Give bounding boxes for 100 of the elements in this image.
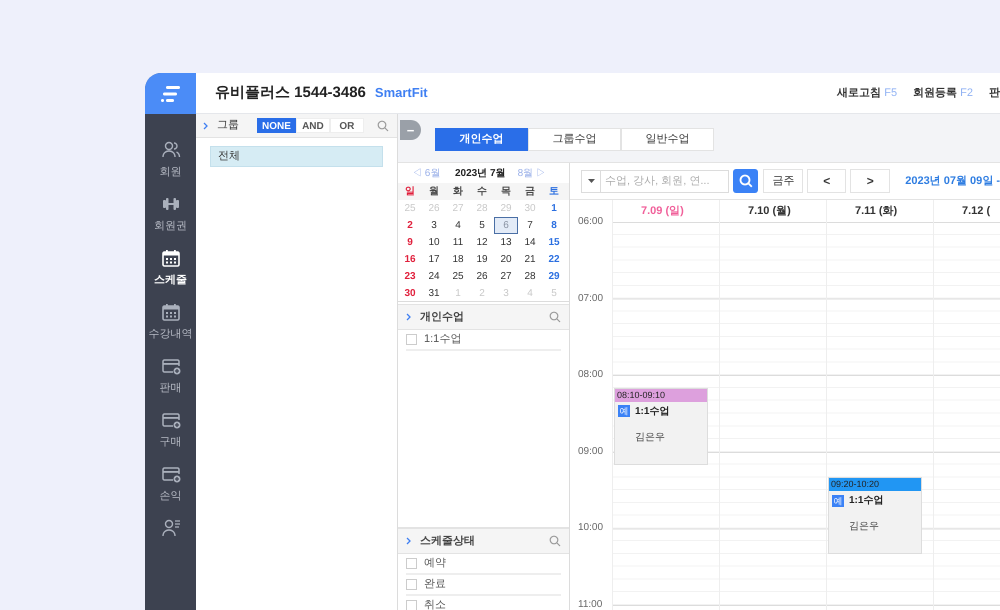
time-label: 08:00 <box>578 369 604 382</box>
calendar-day[interactable]: 14 <box>518 234 542 251</box>
logo-icon <box>160 84 182 102</box>
calendar-day[interactable]: 5 <box>470 217 494 234</box>
nav-item[interactable]: 스케줄 <box>145 248 196 287</box>
tab[interactable]: 개인수업 <box>435 128 528 151</box>
this-week-button[interactable]: 금주 <box>763 169 804 193</box>
calendar-day[interactable]: 28 <box>518 268 542 285</box>
header-action-button[interactable]: 새로고침 F5 <box>837 84 898 102</box>
calendar-day[interactable]: 27 <box>494 268 518 285</box>
calendar-day[interactable]: 16 <box>398 251 422 268</box>
search-icon[interactable] <box>549 535 561 547</box>
calendar-day[interactable]: 1 <box>542 200 566 217</box>
checkbox-label: 완료 <box>424 577 446 592</box>
weekday-label: 화 <box>452 185 464 199</box>
time-label: 06:00 <box>578 216 604 228</box>
header-action-button[interactable]: 판 <box>989 84 1000 102</box>
header-action-button[interactable]: 회원등록 F2 <box>913 84 973 102</box>
calendar-day[interactable]: 26 <box>470 268 494 285</box>
calendar-day[interactable]: 11 <box>446 234 470 251</box>
chevron-icon[interactable] <box>406 313 411 321</box>
event-time: 09:20-10:20 <box>829 478 921 492</box>
tab[interactable]: 일반수업 <box>621 128 714 151</box>
event-title: 1:1수업 <box>849 494 884 508</box>
calendar-day[interactable]: 24 <box>422 268 446 285</box>
dropdown-button[interactable] <box>581 170 601 192</box>
filter-title: 개인수업 <box>420 310 464 325</box>
nav-item[interactable]: 수강내역 <box>145 302 196 341</box>
calendar-day[interactable]: 17 <box>422 251 446 268</box>
calendar-day[interactable]: 8 <box>542 217 566 234</box>
chevron-icon[interactable] <box>203 122 208 130</box>
tab[interactable]: 그룹수업 <box>528 128 621 151</box>
calendar-day[interactable]: 18 <box>446 251 470 268</box>
next-week-button[interactable]: > <box>850 169 890 193</box>
mode-toggle[interactable]: AND <box>296 118 330 133</box>
caret-icon <box>588 179 594 183</box>
calendar-day[interactable]: 22 <box>542 251 566 268</box>
member-name: 김은우 <box>635 430 666 445</box>
calendar-day[interactable]: 30 <box>398 285 422 302</box>
app-logo[interactable] <box>145 73 196 114</box>
day-header: 7.11 (화) <box>855 204 898 219</box>
status-badge: 예 <box>832 494 844 507</box>
search-field[interactable]: 수업, 강사, 회원, 연... <box>601 170 729 192</box>
checkbox-label: 취소 <box>424 598 446 610</box>
status-badge: 예 <box>618 405 630 418</box>
group-title: 그룹 <box>217 118 239 134</box>
brand-name: SmartFit <box>374 84 428 102</box>
event-card[interactable]: 08:10-09:10 예 1:1수업 김은우 <box>614 388 708 465</box>
previous-week-button[interactable]: < <box>807 169 846 193</box>
weekday-label: 일 <box>404 185 416 199</box>
nav-item[interactable]: 회원권 <box>145 194 196 233</box>
search-icon <box>738 174 753 188</box>
weekday-label: 토 <box>548 185 560 199</box>
checkbox[interactable] <box>406 600 417 610</box>
calendar-day[interactable]: 4 <box>446 217 470 234</box>
calendar-day[interactable]: 10 <box>422 234 446 251</box>
event-title: 1:1수업 <box>635 404 670 419</box>
event-card[interactable]: 09:20-10:20 예 1:1수업 김은우 <box>828 477 922 554</box>
calendar-day[interactable]: 3 <box>422 217 446 234</box>
shortcut-key: F5 <box>884 86 898 99</box>
checkbox[interactable] <box>406 334 417 345</box>
checkbox[interactable] <box>406 558 417 569</box>
calendar-day[interactable]: 9 <box>398 234 422 251</box>
mode-toggle[interactable]: OR <box>330 118 364 133</box>
calendar-day[interactable]: 13 <box>494 234 518 251</box>
calendar-day[interactable]: 15 <box>542 234 566 251</box>
search-icon[interactable] <box>377 120 389 132</box>
calendar-day[interactable]: 29 <box>542 268 566 285</box>
event-time: 08:10-09:10 <box>615 388 707 402</box>
checkbox-label: 예약 <box>424 556 446 572</box>
nav-item[interactable]: 구매 <box>145 410 196 449</box>
calendar-day[interactable]: 2 <box>398 217 422 234</box>
calendar-day[interactable]: 7 <box>518 217 542 234</box>
time-label: 07:00 <box>578 292 604 305</box>
search-button[interactable] <box>733 169 758 193</box>
calendar-day[interactable]: 23 <box>398 268 422 285</box>
app-title: 유비플러스 1544-3486 <box>215 82 366 103</box>
nav-item[interactable]: 손익 <box>145 464 196 503</box>
calendar-day[interactable]: 12 <box>470 234 494 251</box>
shortcut-key: F2 <box>960 86 973 99</box>
nav-item[interactable]: 회원 <box>145 140 196 179</box>
date-range: 2023년 07월 09일 - <box>905 174 1000 189</box>
mode-toggle[interactable]: NONE <box>257 118 296 133</box>
calendar-icon <box>160 248 180 268</box>
group-item[interactable]: 전체 <box>210 146 383 167</box>
weekday-label: 수 <box>476 185 488 199</box>
calendar-day[interactable]: 31 <box>422 285 446 302</box>
calendar-day[interactable]: 19 <box>470 251 494 268</box>
search-icon[interactable] <box>549 311 561 323</box>
calendar-day[interactable]: 25 <box>446 268 470 285</box>
person-list-icon[interactable] <box>160 518 180 538</box>
weekday-label: 금 <box>524 185 536 199</box>
people-icon <box>160 140 180 160</box>
calendar-icon <box>160 302 180 322</box>
filter-title: 스케줄상태 <box>420 534 475 549</box>
nav-item[interactable]: 판매 <box>145 356 196 395</box>
chevron-icon[interactable] <box>406 537 411 545</box>
calendar-day[interactable]: 20 <box>494 251 518 268</box>
calendar-day[interactable]: 21 <box>518 251 542 268</box>
checkbox[interactable] <box>406 579 417 590</box>
